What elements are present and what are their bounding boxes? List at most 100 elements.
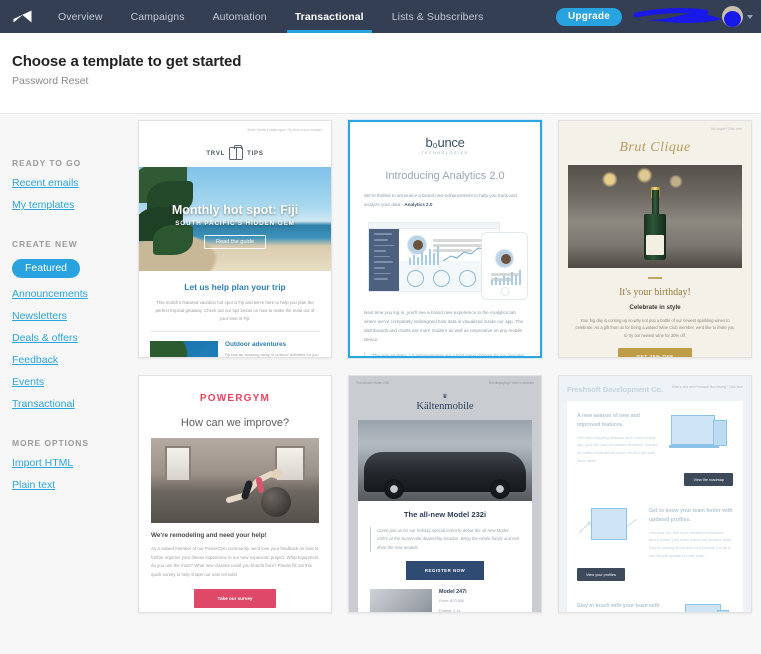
feature-cta-button[interactable]: View the roadmap	[684, 473, 733, 487]
hero-image-champagne	[568, 165, 742, 269]
nav-label: Overview	[58, 10, 103, 23]
sidebar-item-deals-offers[interactable]: Deals & offers	[12, 332, 78, 344]
body-paragraph: Your big day is coming up so why not pop…	[575, 317, 735, 339]
chevron-down-icon[interactable]	[747, 14, 753, 19]
template-card-brut-clique-birthday[interactable]: No longer? Click here Brut Clique It's y…	[558, 120, 752, 358]
hero-title: Monthly hot spot: Fiji	[171, 203, 299, 218]
feature-title: Get to know your team better with update…	[649, 508, 733, 523]
suitcase-icon	[229, 145, 244, 161]
intro-plain: We're thrilled to announce a brand new e…	[364, 193, 517, 207]
username-redacted	[628, 8, 722, 25]
page-title: Choose a template to get started	[12, 53, 242, 70]
nav-item-lists-subscribers[interactable]: Lists & Subscribers	[378, 0, 498, 33]
logo-left-text: TRVL	[206, 150, 226, 157]
body-paragraph: As a valued member of our PowerGym commu…	[151, 546, 319, 577]
checklist-icon	[669, 602, 733, 612]
body-paragraph: Come join us for our holiday special eve…	[370, 527, 520, 553]
primary-nav-items: Overview Campaigns Automation Transactio…	[44, 0, 497, 33]
page-subtitle: Password Reset	[12, 75, 89, 87]
preheader-text: What's new with Freshsoft Not viewing? C…	[671, 385, 743, 389]
champagne-bottle-icon	[644, 180, 666, 261]
template-grid: South Pacific's hidden gem, Fiji View in…	[138, 114, 761, 654]
intro-bold: Analytics 2.0	[404, 201, 433, 207]
template-card-powergym-survey[interactable]: POWERGYM How can we improve? We're remod…	[138, 375, 332, 613]
feature-block: A new season of new and improved feature…	[567, 401, 743, 475]
content-panel: A new season of new and improved feature…	[567, 401, 743, 612]
preheader-text: No longer? Click here	[711, 127, 742, 131]
divider	[150, 331, 320, 333]
feature-body: With new mapping features and a new mobi…	[577, 434, 659, 463]
nav-right-cluster: Upgrade	[556, 0, 761, 33]
body-paragraph: Next time you log in, you'll see a brand…	[364, 310, 524, 342]
template-card-freshsoft-features[interactable]: Freshsoft Development Co. What's new wit…	[558, 375, 752, 613]
cta-button[interactable]: GET 20% OFF	[618, 347, 692, 357]
block-body: Fiji has an amazing array of outdoor act…	[225, 352, 319, 357]
two-column-block: Outdoor adventures Fiji has an amazing a…	[139, 341, 331, 357]
sidebar-item-my-templates[interactable]: My templates	[12, 199, 74, 211]
sidebar-item-transactional[interactable]: Transactional	[12, 398, 75, 410]
feature-block: Get to know your team better with update…	[567, 496, 743, 570]
product-thumbnail	[370, 589, 432, 612]
email-header: Freshsoft Development Co. What's new wit…	[567, 385, 743, 394]
sidebar: READY TO GO Recent emails My templates C…	[0, 114, 138, 654]
block-title: Outdoor adventures	[225, 341, 287, 349]
logo-text: Kältenmobile	[416, 401, 474, 412]
sidebar-item-newsletters[interactable]: Newsletters	[12, 310, 67, 322]
sidebar-item-recent-emails[interactable]: Recent emails	[12, 177, 79, 189]
email-preheader: The all-new Model 232i Not displaying? V…	[349, 376, 541, 385]
template-card-bounce-analytics[interactable]: b₀unce TECHNOLOGIES Introducing Analytic…	[348, 120, 542, 358]
hero-image-gym	[151, 438, 319, 523]
nav-label: Lists & Subscribers	[391, 10, 484, 23]
nav-item-overview[interactable]: Overview	[44, 0, 117, 33]
content-area: READY TO GO Recent emails My templates C…	[0, 114, 761, 654]
feature-title: Stay in touch with your team with our ne…	[577, 603, 660, 610]
sidebar-item-events[interactable]: Events	[12, 376, 44, 388]
feature-body: Now you can see more detailed informatio…	[649, 529, 732, 558]
avatar[interactable]	[722, 6, 743, 27]
preheader-text: South Pacific's hidden gem, Fiji View in…	[247, 128, 322, 132]
preheader-right: Not displaying? View in browser	[488, 381, 534, 385]
product-name: Model 247i	[439, 589, 467, 596]
hero-image-car	[358, 420, 532, 501]
headline: It's your birthday!	[619, 286, 691, 298]
template-logo: ♛ Kältenmobile	[349, 385, 541, 420]
template-card-travel-tips[interactable]: South Pacific's hidden gem, Fiji View in…	[138, 120, 332, 358]
page-header: Choose a template to get started Passwor…	[0, 33, 761, 114]
logo-text: b₀unce	[425, 135, 465, 150]
product-block: Model 247i Price: $70,500 Engine: 2.4L A…	[358, 580, 532, 612]
testimonial-quote: “The new Analytics 2.0 enhancements are …	[364, 352, 526, 356]
headline: How can we improve?	[180, 417, 290, 429]
nav-label: Transactional	[294, 10, 364, 23]
upgrade-button[interactable]: Upgrade	[556, 7, 622, 26]
cta-button[interactable]: Take our survey	[194, 589, 276, 609]
subheadline: We're remodeling and need your help!	[151, 532, 267, 539]
hero-subtitle: SOUTH PACIFIC'S HIDDEN GEM	[175, 220, 295, 228]
feature-cta-button[interactable]: View your profiles	[577, 568, 625, 582]
email-preheader: No longer? Click here	[559, 121, 751, 132]
sidebar-heading-create-new: CREATE NEW	[12, 239, 78, 249]
feature-title: A new season of new and improved feature…	[577, 413, 640, 428]
user-menu[interactable]	[628, 6, 753, 27]
thumbnail-image	[150, 341, 218, 357]
person-plank-icon	[226, 469, 282, 503]
nav-item-campaigns[interactable]: Campaigns	[117, 0, 199, 33]
hero-cta-button[interactable]: Read the guide	[204, 235, 266, 250]
nav-label: Automation	[212, 10, 267, 23]
preheader-left: The all-new Model 232i	[356, 381, 389, 385]
sidebar-item-announcements[interactable]: Announcements	[12, 288, 88, 300]
template-logo: Brut Clique	[619, 140, 691, 156]
mobile-phone-icon	[481, 232, 528, 301]
sidebar-item-featured[interactable]: Featured	[12, 259, 81, 278]
sidebar-item-feedback[interactable]: Feedback	[12, 354, 58, 366]
nav-item-transactional[interactable]: Transactional	[281, 0, 378, 33]
logo-subtext: TECHNOLOGIES	[421, 151, 469, 155]
subheadline: Celebrate in style	[629, 303, 681, 311]
cta-button[interactable]: REGISTER NOW	[406, 561, 484, 581]
sidebar-item-plain-text[interactable]: Plain text	[12, 479, 55, 491]
chart-window-icon	[577, 507, 641, 551]
sidebar-item-import-html[interactable]: Import HTML	[12, 457, 73, 469]
template-card-kaltenmobile[interactable]: The all-new Model 232i Not displaying? V…	[348, 375, 542, 613]
nav-item-automation[interactable]: Automation	[199, 0, 281, 33]
brand-logo[interactable]	[0, 0, 44, 33]
top-navigation-bar: Overview Campaigns Automation Transactio…	[0, 0, 761, 33]
